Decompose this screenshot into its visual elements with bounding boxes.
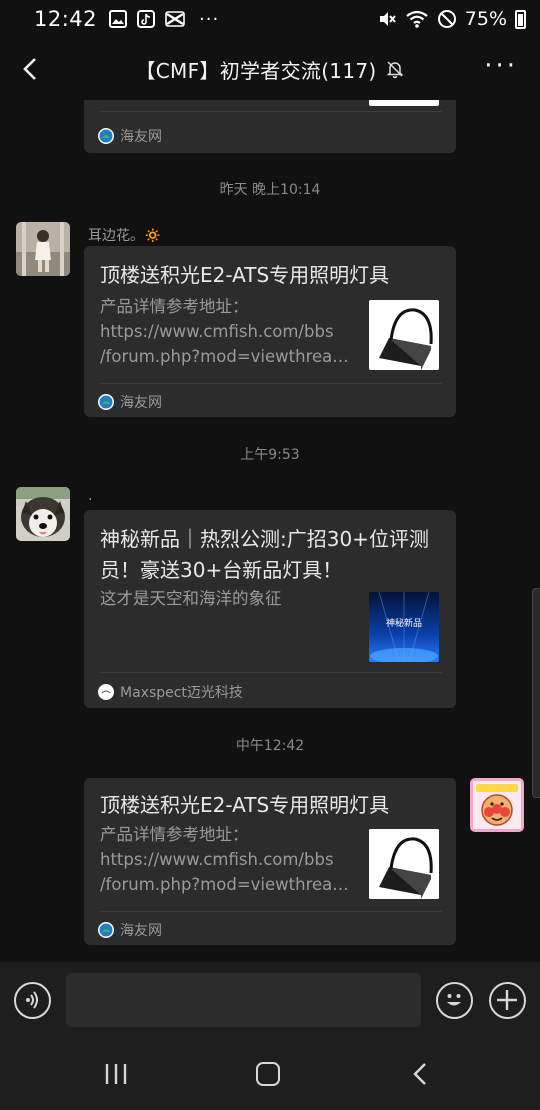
recent-apps-icon[interactable] (104, 1063, 128, 1085)
card-source-label: 海友网 (120, 129, 162, 145)
message-card[interactable]: 神秘新品｜热烈公测:广招30+位评测员！豪送30+台新品灯具！ 这才是天空和海洋… (84, 510, 456, 708)
muted-bell-icon (386, 61, 403, 79)
card-title: 神秘新品｜热烈公测:广招30+位评测员！豪送30+台新品灯具！ (100, 527, 429, 582)
emoji-button[interactable] (436, 982, 473, 1019)
card-thumbnail (369, 300, 439, 370)
chat-messages[interactable]: 海友网 昨天 晚上10:14 耳边花。🔅 顶楼送积光E2-ATS专用照明灯具 产… (0, 100, 540, 962)
message-card[interactable]: 顶楼送积光E2-ATS专用照明灯具 产品详情参考地址： https://www.… (84, 778, 456, 945)
smiley-icon (447, 994, 461, 1006)
mute-status-icon (379, 12, 396, 26)
card-source-label: 海友网 (120, 395, 162, 411)
card-source: 海友网 (98, 126, 162, 146)
card-source: Maxspect迈光科技 (98, 682, 243, 702)
notification-icons: ··· (109, 9, 219, 30)
message-card[interactable]: 顶楼送积光E2-ATS专用照明灯具 产品详情参考地址： https://www.… (84, 246, 456, 417)
haiyou-logo-icon (98, 394, 114, 410)
avatar[interactable] (16, 222, 70, 276)
message-input[interactable] (66, 973, 421, 1027)
card-divider (100, 911, 442, 912)
card-title: 顶楼送积光E2-ATS专用照明灯具 (100, 793, 390, 817)
capcut-icon (165, 11, 185, 27)
maxspect-logo-icon (98, 684, 114, 700)
card-desc-line: https://www.cmfish.com/bbs (100, 850, 334, 869)
haiyou-logo-icon (98, 922, 114, 938)
timestamp: 上午9:53 (240, 447, 300, 463)
card-desc-line: /forum.php?mod=viewthrea… (100, 875, 349, 894)
card-divider (100, 111, 442, 112)
nav-back-icon[interactable] (410, 1062, 432, 1086)
timestamp: 中午12:42 (235, 738, 305, 754)
input-bar (0, 962, 540, 1040)
wifi-icon (406, 10, 428, 28)
card-source: 海友网 (98, 392, 162, 412)
status-time: 12:42 (34, 7, 98, 31)
my-avatar[interactable] (470, 778, 524, 832)
chat-header: 【CMF】初学者交流(117) ··· (0, 38, 540, 100)
chat-title: 【CMF】初学者交流(117) (135, 58, 377, 83)
edge-panel-handle[interactable] (532, 588, 540, 798)
card-source-label: Maxspect迈光科技 (120, 685, 243, 701)
battery-percent: 75% (464, 8, 507, 30)
avatar[interactable] (16, 487, 70, 541)
back-arrow-icon[interactable] (16, 54, 46, 84)
card-desc-line: 这才是天空和海洋的象征 (100, 589, 282, 608)
card-thumbnail (369, 100, 439, 106)
thumb-caption: 神秘新品 (386, 617, 422, 629)
sender-name: . (88, 488, 93, 504)
card-thumbnail: 神秘新品 (369, 592, 439, 662)
plus-icon (497, 990, 517, 1010)
timestamp: 昨天 晚上10:14 (219, 182, 321, 198)
more-options-icon[interactable]: ··· (484, 53, 518, 79)
gallery-icon (109, 10, 128, 28)
voice-input-button[interactable] (14, 982, 51, 1019)
home-icon[interactable] (256, 1062, 280, 1086)
card-source-label: 海友网 (120, 923, 162, 939)
do-not-disturb-icon (437, 10, 456, 28)
sender-name: 耳边花。🔅 (88, 228, 162, 244)
system-nav-bar (0, 1040, 540, 1110)
card-divider (100, 672, 442, 673)
card-title: 顶楼送积光E2-ATS专用照明灯具 (100, 263, 390, 287)
voice-icon (26, 991, 38, 1009)
title-group: 【CMF】初学者交流(117) (135, 55, 404, 84)
card-thumbnail (369, 829, 439, 899)
card-divider (100, 383, 442, 384)
card-source: 海友网 (98, 920, 162, 940)
haiyou-logo-icon (98, 128, 114, 144)
card-desc-line: /forum.php?mod=viewthrea… (100, 347, 349, 366)
system-icons: 75% (377, 8, 526, 30)
more-actions-button[interactable] (489, 982, 526, 1019)
card-desc-line: 产品详情参考地址： (100, 825, 249, 844)
more-notifications: ··· (199, 8, 220, 30)
card-desc-line: https://www.cmfish.com/bbs (100, 322, 334, 341)
battery-icon (515, 9, 526, 29)
status-bar: 12:42 ··· 75% (0, 0, 540, 38)
tiktok-icon (137, 10, 156, 28)
card-desc-line: 产品详情参考地址： (100, 297, 249, 316)
message-card-partial[interactable]: 海友网 (84, 100, 456, 153)
